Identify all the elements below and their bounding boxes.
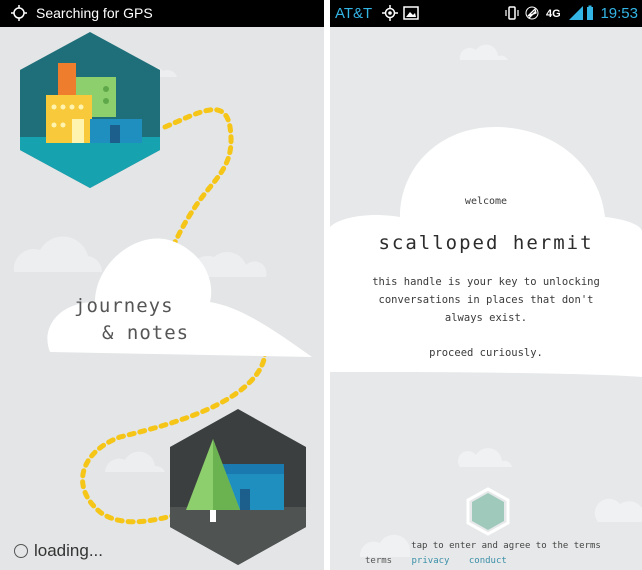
handle-description-line: this handle is your key to unlocking [372, 276, 600, 288]
privacy-link[interactable]: privacy [412, 556, 450, 566]
app-title-line2: & notes [102, 322, 190, 344]
forest-hexagon [170, 409, 306, 565]
handle-description-line: conversations in places that don't [378, 294, 594, 306]
location-icon [382, 5, 398, 21]
status-clock: 19:53 [600, 5, 638, 22]
city-hexagon [20, 32, 160, 188]
gps-status-text: Searching for GPS [36, 5, 153, 21]
signal-strength-icon [569, 6, 583, 20]
tap-to-enter-text: tap to enter and agree to the terms [411, 541, 601, 551]
gps-icon [11, 5, 27, 21]
journeys-notes-screen: Searching for GPS journeys & notes loadi… [0, 0, 324, 570]
battery-icon [587, 5, 593, 20]
conduct-link[interactable]: conduct [469, 556, 507, 566]
loading-spinner-icon [14, 544, 28, 558]
footer-links: terms privacy conduct [365, 556, 521, 566]
dotted-path-upper [162, 107, 234, 245]
status-bar: AT&T 4G 19:53 [330, 0, 642, 27]
user-handle: scalloped hermit [378, 232, 594, 254]
image-notification-icon [403, 6, 419, 20]
proceed-text: proceed curiously. [429, 347, 543, 359]
svg-text:4G: 4G [546, 8, 561, 20]
carrier-name: AT&T [335, 5, 373, 22]
app-title-line1: journeys [74, 295, 174, 317]
welcome-label: welcome [464, 196, 508, 207]
welcome-screen: AT&T 4G 19:53 welcome scalloped hermit t… [330, 0, 642, 570]
status-bar: Searching for GPS [0, 0, 324, 27]
handle-description-line: always exist. [444, 312, 528, 324]
loading-text: loading... [34, 541, 103, 560]
loading-indicator: loading... [14, 541, 103, 561]
4g-lte-icon: 4G [546, 8, 561, 20]
vibrate-icon [505, 6, 519, 20]
terms-link[interactable]: terms [365, 556, 392, 566]
enter-hexagon-button[interactable] [466, 487, 510, 537]
sync-icon [525, 6, 539, 20]
